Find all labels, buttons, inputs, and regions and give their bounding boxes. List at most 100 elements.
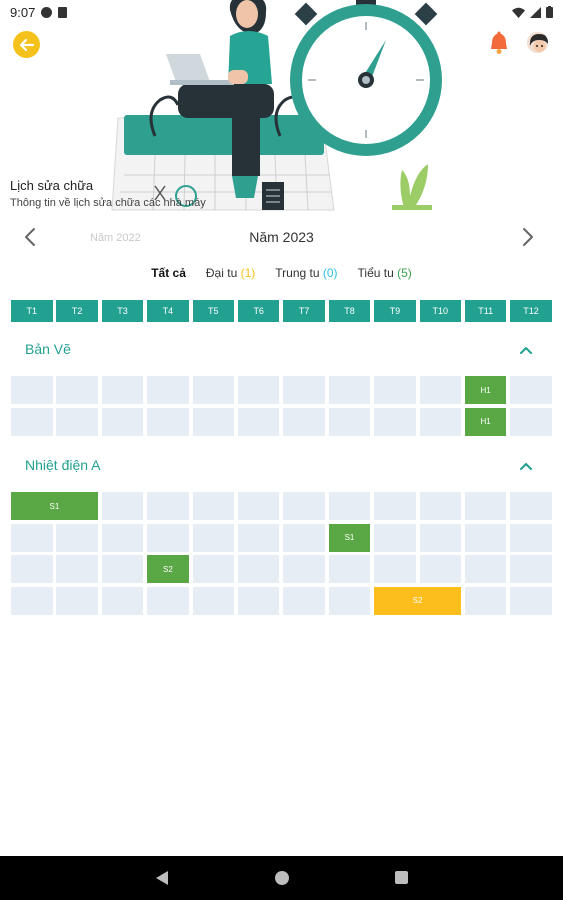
empty-cell [56, 376, 98, 404]
empty-cell [11, 586, 53, 615]
notification-button[interactable] [488, 31, 510, 55]
empty-cell [374, 492, 416, 520]
empty-cell [419, 492, 462, 520]
empty-cell [374, 376, 416, 404]
schedule-grid-ban-ve: H1 H1 [11, 376, 552, 436]
empty-cell [510, 586, 552, 615]
filter-minor-label: Tiểu tu [357, 266, 394, 280]
empty-cell [328, 586, 371, 615]
month-header-t9: T9 [374, 300, 416, 322]
section-title: Bản Vẽ [25, 341, 71, 357]
empty-cell [510, 523, 552, 552]
section-header-ban-ve[interactable]: Bản Vẽ [0, 336, 563, 364]
empty-cell [510, 407, 552, 436]
collapse-button[interactable] [516, 340, 536, 360]
empty-cell [374, 407, 416, 436]
empty-cell [237, 407, 280, 436]
empty-cell [283, 376, 325, 404]
empty-cell [11, 555, 53, 583]
filter-mid-label: Trung tu [275, 266, 320, 280]
filter-minor-overhaul[interactable]: Tiểu tu (5) [358, 266, 412, 286]
schedule-bar[interactable]: S1 [328, 523, 371, 552]
empty-cell [237, 376, 280, 404]
empty-cell [192, 523, 235, 552]
empty-cell [464, 586, 507, 615]
schedule-bar[interactable]: S2 [147, 555, 189, 583]
empty-cell [101, 523, 144, 552]
empty-cell [283, 407, 325, 436]
empty-cell [237, 555, 280, 583]
empty-cell [510, 492, 552, 520]
empty-cell [419, 407, 462, 436]
nav-recents-icon[interactable] [395, 871, 408, 884]
empty-cell [374, 555, 416, 583]
empty-cell [101, 492, 144, 520]
empty-cell [101, 555, 144, 583]
chevron-up-icon [520, 347, 532, 354]
empty-cell [464, 555, 507, 583]
arrow-left-icon [19, 38, 34, 51]
month-header-row: T1 T2 T3 T4 T5 T6 T7 T8 T9 T10 T11 T12 [11, 300, 552, 322]
empty-cell [237, 523, 280, 552]
signal-icon [530, 6, 541, 18]
empty-cell [101, 407, 144, 436]
schedule-bar[interactable]: H1 [464, 376, 507, 404]
next-year-button[interactable] [515, 224, 541, 250]
system-navigation-bar [0, 856, 563, 900]
avatar[interactable] [525, 30, 550, 55]
empty-cell [56, 555, 98, 583]
month-header-t10: T10 [419, 300, 462, 322]
schedule-bar[interactable]: H1 [464, 407, 507, 436]
empty-cell [328, 492, 371, 520]
repair-type-filters: Tất cả Đại tu (1) Trung tu (0) Tiểu tu (… [0, 266, 563, 286]
schedule-bar[interactable]: S2 [374, 586, 462, 615]
month-header-t2: T2 [56, 300, 98, 322]
empty-cell [328, 376, 371, 404]
filter-minor-count: (5) [397, 266, 412, 280]
month-header-t5: T5 [192, 300, 235, 322]
schedule-bar[interactable]: S1 [11, 492, 98, 520]
empty-cell [192, 376, 235, 404]
empty-cell [419, 555, 462, 583]
empty-cell [283, 523, 325, 552]
empty-cell [192, 407, 235, 436]
back-button[interactable] [13, 31, 40, 58]
month-header-t1: T1 [11, 300, 53, 322]
current-year-label: Năm 2023 [249, 229, 314, 245]
empty-cell [192, 555, 235, 583]
filter-major-count: (1) [240, 266, 256, 280]
hero-banner: Lịch sửa chữa Thông tin về lịch sửa chữa… [0, 0, 563, 215]
empty-cell [56, 407, 98, 436]
section-header-nhiet-dien-a[interactable]: Nhiệt điện A [0, 452, 563, 480]
month-header-t8: T8 [328, 300, 371, 322]
empty-cell [192, 492, 235, 520]
page-title: Lịch sửa chữa [10, 178, 94, 193]
collapse-button[interactable] [516, 456, 536, 476]
empty-cell [147, 407, 189, 436]
filter-major-overhaul[interactable]: Đại tu (1) [206, 266, 255, 286]
battery-icon [546, 6, 553, 18]
empty-cell [147, 523, 189, 552]
bell-icon [491, 31, 507, 54]
nav-back-icon[interactable] [155, 870, 169, 886]
empty-cell [328, 555, 371, 583]
filter-medium-overhaul[interactable]: Trung tu (0) [275, 266, 337, 286]
section-title: Nhiệt điện A [25, 457, 101, 473]
empty-cell [464, 492, 507, 520]
chevron-right-icon [523, 228, 533, 246]
empty-cell [419, 376, 462, 404]
chevron-up-icon [520, 463, 532, 470]
filter-all[interactable]: Tất cả [151, 266, 186, 286]
empty-cell [11, 523, 53, 552]
nav-home-icon[interactable] [275, 871, 289, 885]
empty-cell [419, 523, 462, 552]
filter-major-label: Đại tu [205, 266, 238, 280]
empty-cell [510, 555, 552, 583]
sync-icon [41, 6, 53, 18]
wifi-icon [512, 7, 525, 18]
status-time: 9:07 [10, 4, 36, 20]
month-header-t7: T7 [283, 300, 325, 322]
empty-cell [237, 586, 280, 615]
year-navigation: Năm 2022 Năm 2023 [0, 222, 563, 254]
page-subtitle: Thông tin về lịch sửa chữa các nhà máy [10, 197, 206, 209]
